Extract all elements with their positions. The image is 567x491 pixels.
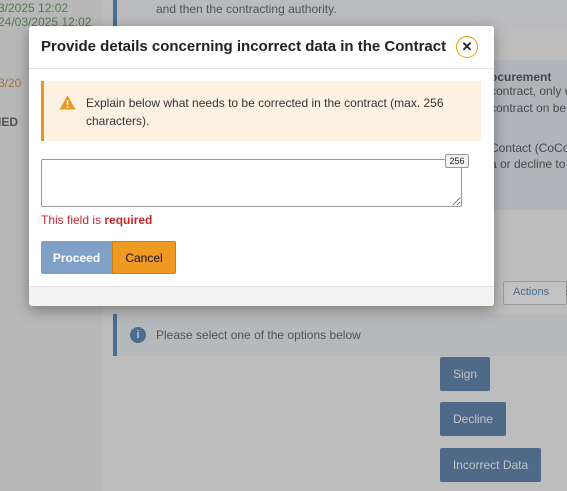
- character-counter: 256: [445, 154, 469, 168]
- warning-text: Explain below what needs to be corrected…: [86, 96, 444, 128]
- dialog-footer: [29, 286, 494, 306]
- incorrect-data-dialog: Provide details concerning incorrect dat…: [29, 26, 494, 306]
- warning-alert: Explain below what needs to be corrected…: [41, 81, 481, 141]
- close-icon[interactable]: ✕: [456, 36, 478, 58]
- dialog-title: Provide details concerning incorrect dat…: [41, 38, 447, 55]
- error-text: This field is: [41, 213, 105, 227]
- proceed-button[interactable]: Proceed: [41, 241, 112, 274]
- cancel-button[interactable]: Cancel: [112, 241, 176, 274]
- error-emphasis: required: [104, 213, 153, 227]
- divider: [29, 68, 494, 69]
- correction-details-textarea[interactable]: [41, 159, 462, 207]
- validation-error: This field is required: [41, 213, 152, 227]
- warning-triangle-icon: [59, 95, 76, 110]
